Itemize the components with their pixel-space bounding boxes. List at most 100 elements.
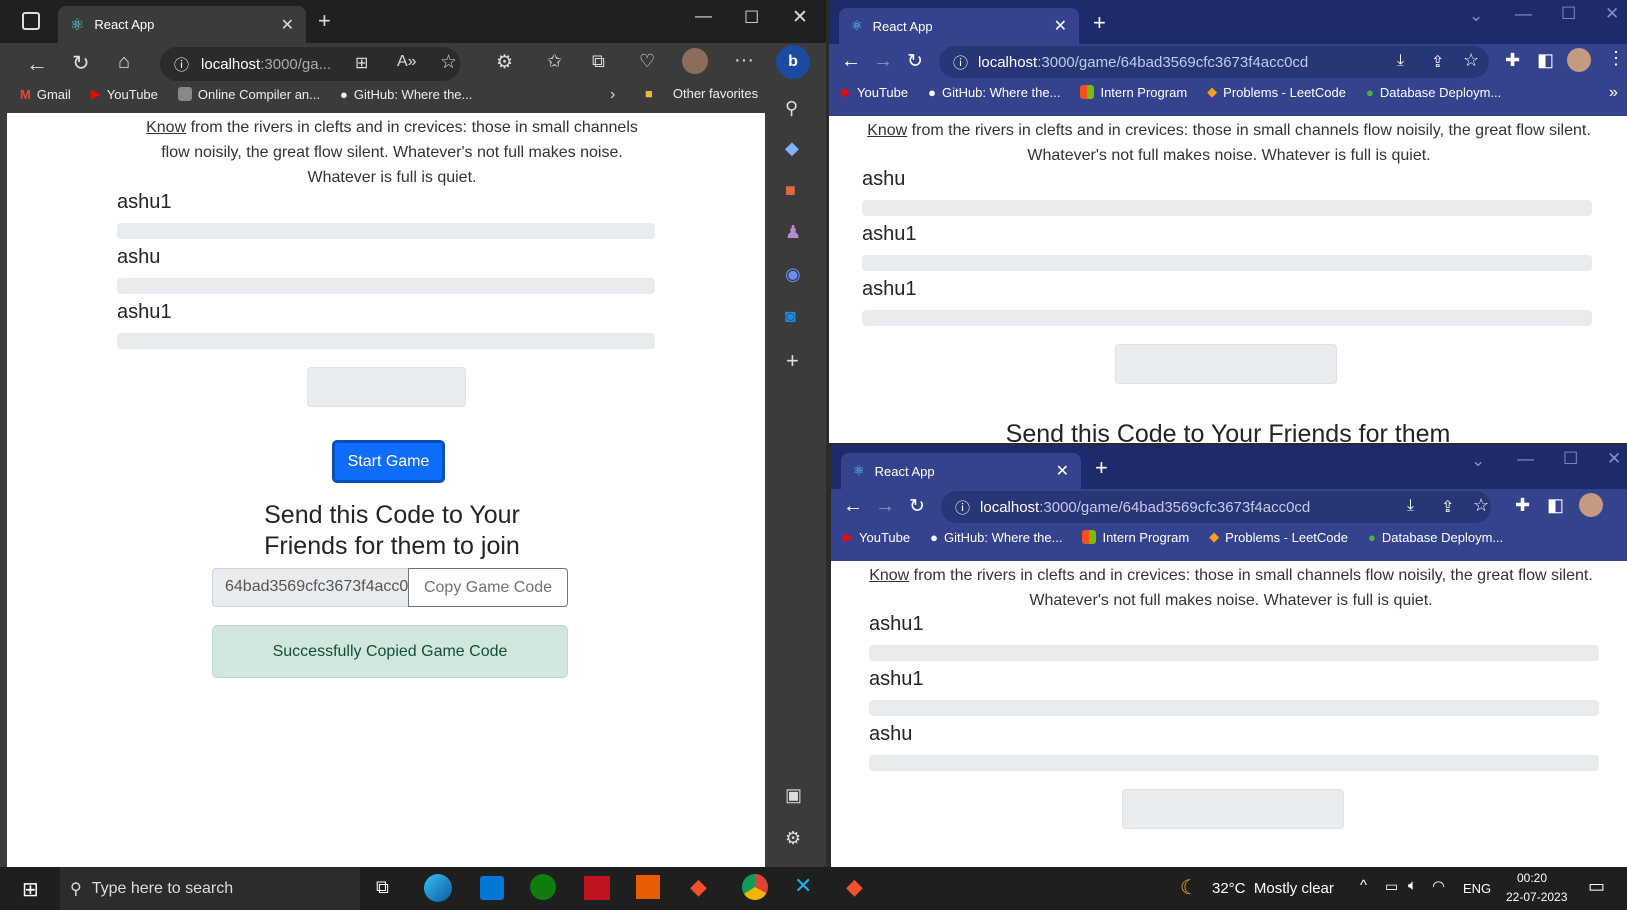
bookmark-github[interactable]: ● GitHub: Where the... bbox=[930, 530, 1062, 545]
xbox-taskbar-icon[interactable] bbox=[530, 874, 556, 900]
bookmark-database-deploy[interactable]: ● Database Deploym... bbox=[1366, 85, 1501, 100]
game-code-input[interactable]: 64bad3569cfc3673f4acc0cd bbox=[212, 568, 409, 607]
site-info-icon[interactable]: ⓘ bbox=[174, 54, 189, 75]
extensions-icon[interactable]: ✚ bbox=[1515, 495, 1530, 516]
refresh-icon[interactable]: ↻ bbox=[907, 50, 923, 73]
app-available-icon[interactable]: ⊞ bbox=[355, 53, 368, 73]
install-icon[interactable]: ⤓ bbox=[1397, 52, 1404, 70]
git-2-taskbar-icon[interactable]: ◆ bbox=[846, 874, 863, 900]
app-red-taskbar-icon[interactable] bbox=[584, 876, 610, 900]
store-taskbar-icon[interactable] bbox=[480, 876, 504, 900]
app-orange-taskbar-icon[interactable] bbox=[636, 875, 660, 899]
quote-know-link[interactable]: Know bbox=[146, 119, 186, 136]
bookmark-youtube[interactable]: ▶ YouTube bbox=[841, 84, 908, 100]
install-icon[interactable]: ⤓ bbox=[1407, 497, 1414, 515]
bookmark-youtube[interactable]: ▶ YouTube bbox=[91, 86, 158, 102]
more-menu-icon[interactable]: ··· bbox=[734, 49, 754, 72]
new-tab-icon[interactable]: + bbox=[318, 8, 331, 34]
bookmark-github[interactable]: ● GitHub: Where the... bbox=[928, 85, 1060, 100]
bookmark-online-compiler[interactable]: Online Compiler an... bbox=[177, 87, 320, 102]
right-bottom-tab-react-app[interactable]: ⚛ React App ✕ bbox=[841, 453, 1081, 489]
refresh-icon[interactable]: ↻ bbox=[909, 495, 925, 518]
bookmarks-overflow-icon[interactable]: › bbox=[610, 86, 615, 104]
left-tab-react-app[interactable]: ⚛ React App ✕ bbox=[58, 6, 306, 43]
bookmarks-overflow-icon[interactable]: » bbox=[1609, 84, 1618, 102]
forward-icon[interactable]: → bbox=[875, 495, 895, 518]
bing-copilot-icon[interactable]: b bbox=[776, 45, 810, 79]
side-panel-icon[interactable]: ◧ bbox=[1537, 50, 1554, 71]
tab-actions-icon[interactable] bbox=[22, 12, 40, 30]
bookmark-github[interactable]: ● GitHub: Where the... bbox=[340, 87, 472, 102]
collections-icon[interactable]: ⧉ bbox=[592, 51, 605, 72]
share-icon[interactable]: ⇪ bbox=[1431, 52, 1444, 72]
bookmark-star-icon[interactable]: ☆ bbox=[1473, 495, 1489, 516]
bookmark-intern-program[interactable]: Intern Program bbox=[1080, 85, 1187, 100]
notifications-icon[interactable]: ▭ bbox=[1588, 876, 1605, 897]
new-tab-icon[interactable]: + bbox=[1093, 10, 1106, 36]
close-tab-icon[interactable]: ✕ bbox=[1054, 16, 1067, 36]
back-icon[interactable]: ← bbox=[841, 50, 861, 73]
side-panel-icon[interactable]: ◧ bbox=[1547, 495, 1564, 516]
site-info-icon[interactable]: ⓘ bbox=[955, 497, 970, 518]
close-tab-icon[interactable]: ✕ bbox=[1056, 461, 1069, 481]
sidebar-search-icon[interactable]: ⚲ bbox=[785, 98, 798, 119]
profile-avatar[interactable] bbox=[1579, 493, 1603, 517]
sidebar-add-icon[interactable]: + bbox=[786, 348, 799, 374]
bookmark-youtube[interactable]: ▶ YouTube bbox=[843, 529, 910, 545]
chrome-taskbar-icon[interactable] bbox=[742, 874, 768, 900]
wifi-icon[interactable]: ◠ bbox=[1432, 877, 1445, 895]
favorite-star-icon[interactable]: ☆ bbox=[440, 51, 457, 74]
site-info-icon[interactable]: ⓘ bbox=[953, 52, 968, 73]
close-window-icon[interactable]: ✕ bbox=[792, 6, 808, 29]
minimize-icon[interactable]: — bbox=[1515, 4, 1532, 24]
refresh-icon[interactable]: ↻ bbox=[72, 51, 90, 76]
right-top-tab-react-app[interactable]: ⚛ React App ✕ bbox=[839, 8, 1079, 44]
tab-search-icon[interactable]: ⌄ bbox=[1469, 6, 1483, 26]
volume-icon[interactable]: 🔈︎ bbox=[1408, 877, 1417, 894]
edge-taskbar-icon[interactable] bbox=[424, 874, 452, 902]
bookmark-database-deploy[interactable]: ● Database Deploym... bbox=[1368, 530, 1503, 545]
forward-icon[interactable]: → bbox=[873, 50, 893, 73]
more-menu-icon[interactable]: ⋮ bbox=[1607, 48, 1625, 69]
git-taskbar-icon[interactable]: ◆ bbox=[690, 874, 707, 900]
task-view-icon[interactable]: ⧉ bbox=[376, 877, 389, 898]
windows-start-icon[interactable]: ⊞ bbox=[22, 877, 39, 902]
back-icon[interactable]: ← bbox=[26, 51, 48, 77]
weather-text[interactable]: 32°C Mostly clear bbox=[1212, 880, 1334, 897]
bookmark-leetcode[interactable]: ◆ Problems - LeetCode bbox=[1207, 84, 1346, 100]
close-window-icon[interactable]: ✕ bbox=[1605, 4, 1619, 24]
close-window-icon[interactable]: ✕ bbox=[1607, 449, 1621, 469]
bookmark-intern-program[interactable]: Intern Program bbox=[1082, 530, 1189, 545]
sidebar-outlook-icon[interactable]: ◙ bbox=[785, 306, 796, 327]
new-tab-icon[interactable]: + bbox=[1095, 455, 1108, 481]
extensions-icon[interactable]: ✚ bbox=[1505, 50, 1520, 71]
minimize-icon[interactable]: — bbox=[1517, 449, 1534, 469]
sidebar-split-icon[interactable]: ▣ bbox=[785, 785, 802, 806]
bookmark-gmail[interactable]: M Gmail bbox=[20, 87, 71, 102]
favorites-icon[interactable]: ✩ bbox=[547, 51, 562, 72]
bookmark-other-favorites[interactable]: ■ Other favorites bbox=[645, 86, 758, 101]
minimize-icon[interactable]: — bbox=[695, 6, 712, 26]
share-icon[interactable]: ⇪ bbox=[1441, 497, 1454, 517]
sidebar-tools-icon[interactable]: ■ bbox=[785, 180, 796, 201]
home-icon[interactable]: ⌂ bbox=[118, 51, 130, 74]
close-tab-icon[interactable]: ✕ bbox=[281, 15, 294, 35]
profile-avatar[interactable] bbox=[682, 48, 708, 74]
language-indicator[interactable]: ENG bbox=[1463, 881, 1491, 896]
taskbar-search-box[interactable]: ⚲ Type here to search bbox=[60, 867, 360, 910]
maximize-icon[interactable]: ☐ bbox=[744, 8, 759, 28]
maximize-icon[interactable]: ☐ bbox=[1563, 449, 1578, 469]
quote-know-link[interactable]: Know bbox=[867, 122, 907, 139]
quote-know-link[interactable]: Know bbox=[869, 567, 909, 584]
clock-time[interactable]: 00:20 bbox=[1517, 871, 1547, 885]
read-aloud-icon[interactable]: A» bbox=[397, 53, 417, 71]
sidebar-settings-icon[interactable]: ⚙ bbox=[785, 828, 801, 849]
clock-date[interactable]: 22-07-2023 bbox=[1506, 890, 1567, 904]
vscode-taskbar-icon[interactable]: ✕ bbox=[794, 873, 812, 899]
tab-search-icon[interactable]: ⌄ bbox=[1471, 451, 1485, 471]
right-top-address-bar[interactable]: ⓘ localhost:3000/game/64bad3569cfc3673f4… bbox=[939, 46, 1489, 78]
tray-overflow-icon[interactable]: ^ bbox=[1360, 877, 1367, 894]
performance-icon[interactable]: ♡ bbox=[639, 51, 655, 72]
extensions-icon[interactable]: ⚙ bbox=[496, 51, 513, 74]
profile-avatar[interactable] bbox=[1567, 48, 1591, 72]
